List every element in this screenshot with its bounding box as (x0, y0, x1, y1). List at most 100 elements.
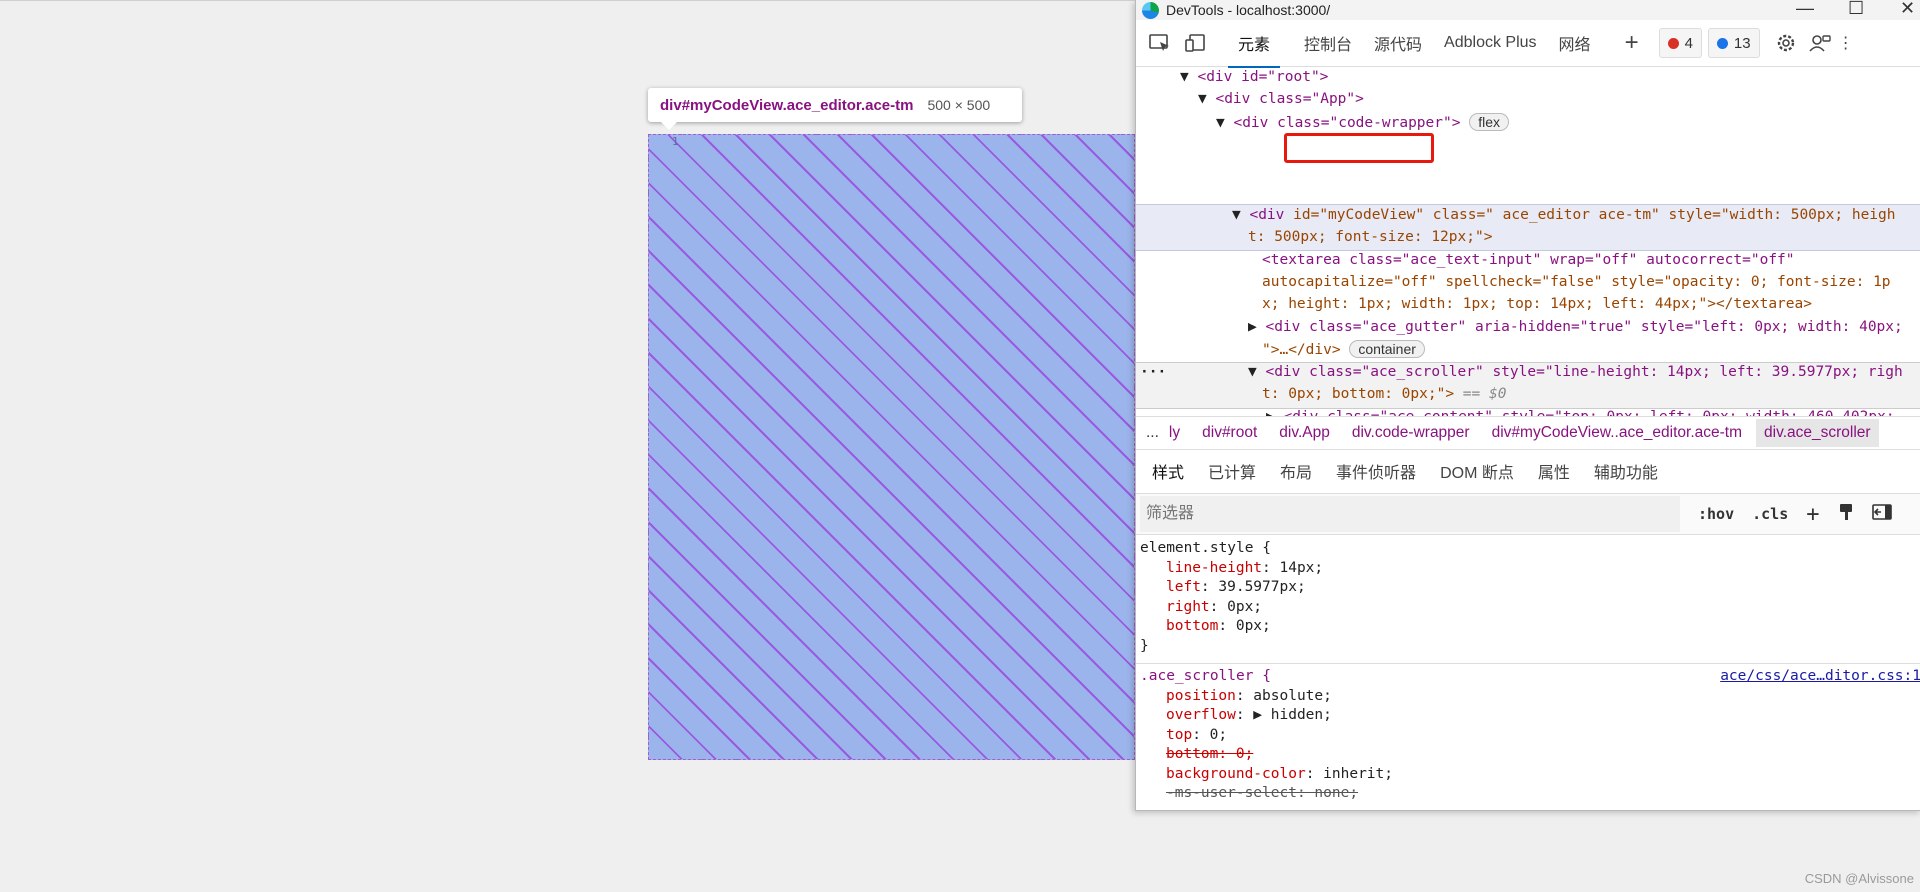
dom-text: ">…</div> (1262, 342, 1341, 358)
tab-event-listeners[interactable]: 事件侦听器 (1336, 459, 1416, 483)
dom-attr-id: id="myCodeView" (1293, 207, 1425, 223)
tab-adblock-plus[interactable]: Adblock Plus (1444, 34, 1537, 52)
prop-name: left (1166, 579, 1201, 595)
inspect-element-icon[interactable] (1148, 32, 1172, 54)
style-property[interactable]: background-color: inherit; (1166, 765, 1393, 785)
stylesheet-source-link[interactable]: ace/css/ace…ditor.css:1 (1720, 667, 1920, 687)
message-count: 13 (1733, 34, 1751, 52)
tooltip-selector: #myCodeView.ace_editor.ace-tm (681, 96, 914, 114)
breadcrumb-code-wrapper[interactable]: div.code-wrapper (1352, 424, 1470, 442)
style-property[interactable]: left: 39.5977px; (1166, 578, 1306, 598)
close-icon[interactable]: ✕ (1900, 0, 1915, 19)
paint-brush-icon[interactable] (1838, 503, 1854, 525)
message-icon (1716, 37, 1728, 49)
page-top-border (0, 0, 1135, 1)
prop-name: right (1166, 599, 1210, 615)
new-style-rule-icon[interactable]: + (1806, 502, 1819, 527)
prop-value: : 0px; (1218, 618, 1271, 634)
breadcrumb-ellipsis[interactable]: ... (1146, 424, 1159, 442)
tab-sources[interactable]: 源代码 (1374, 31, 1422, 55)
hov-toggle[interactable]: :hov (1698, 505, 1734, 523)
error-count: 4 (1684, 34, 1693, 52)
dom-node-ace-gutter[interactable]: ▶ <div class="ace_gutter" aria-hidden="t… (1248, 316, 1903, 339)
dom-text: <div class="App"> (1215, 91, 1364, 107)
toggle-sidebar-icon[interactable] (1871, 504, 1892, 524)
breadcrumb-mycodeview[interactable]: div#myCodeView..ace_editor.ace-tm (1492, 424, 1742, 442)
prop-name: overflow (1166, 707, 1236, 723)
more-tabs-plus-icon[interactable]: + (1625, 29, 1639, 57)
prop-value: : 14px; (1262, 560, 1324, 576)
style-property[interactable]: right: 0px; (1166, 598, 1262, 618)
tab-styles[interactable]: 样式 (1145, 459, 1191, 496)
message-count-badge[interactable]: 13 (1707, 28, 1760, 58)
dom-node-root[interactable]: ▼ <div id="root"> (1180, 66, 1328, 89)
dom-text: <div class="code-wrapper"> (1233, 115, 1461, 131)
gear-icon[interactable] (1774, 32, 1798, 54)
prop-value: : 0px; (1209, 599, 1263, 615)
devtools-toolbar: 元素 控制台 源代码 Adblock Plus 网络 + 4 13 ⋮ (1136, 20, 1920, 68)
tab-network[interactable]: 网络 (1559, 31, 1591, 55)
dom-row-ellipsis[interactable]: ··· (1140, 361, 1166, 384)
breadcrumb-ace-scroller[interactable]: div.ace_scroller (1756, 419, 1879, 447)
tab-properties[interactable]: 属性 (1538, 459, 1570, 483)
flex-badge[interactable]: flex (1469, 113, 1509, 131)
maximize-icon[interactable]: ☐ (1848, 0, 1864, 19)
error-icon (1667, 37, 1679, 49)
editor-line-number: 1 (672, 135, 679, 148)
style-property[interactable]: position: absolute; (1166, 687, 1332, 707)
tab-console[interactable]: 控制台 (1304, 31, 1352, 55)
dom-text-continuation: x; height: 1px; width: 1px; top: 14px; l… (1262, 296, 1812, 312)
dom-text-continuation: autocapitalize="off" spellcheck="false" … (1262, 274, 1891, 290)
style-property-overridden[interactable]: bottom: 0; (1166, 745, 1253, 765)
dom-node-ace-gutter-end: ">…</div> container (1262, 338, 1425, 362)
style-property-overridden[interactable]: -ms-user-select: none; (1166, 784, 1358, 804)
style-property[interactable]: top: 0; (1166, 726, 1227, 746)
tab-accessibility[interactable]: 辅助功能 (1594, 459, 1658, 483)
prop-name: bottom (1166, 618, 1219, 634)
breadcrumb-body[interactable]: ly (1169, 424, 1180, 442)
tab-computed[interactable]: 已计算 (1208, 459, 1256, 483)
dom-node-ace-scroller-cont: t: 0px; bottom: 0px;"> == $0 (1262, 383, 1506, 406)
error-count-badge[interactable]: 4 (1658, 28, 1702, 58)
prop-value: : 0; (1192, 727, 1228, 743)
rule-selector-element-style: element.style { (1140, 540, 1271, 556)
dom-node-mycodeview[interactable]: ▼ <div id="myCodeView" class=" ace_edito… (1232, 204, 1895, 227)
tab-dom-breakpoints[interactable]: DOM 断点 (1440, 459, 1514, 483)
prop-value: : inherit; (1305, 766, 1393, 782)
prop-value: : 39.5977px; (1200, 579, 1306, 595)
devtools-titlebar: DevTools - localhost:3000/ — ☐ ✕ (1136, 0, 1920, 20)
style-property[interactable]: bottom: 0px; (1166, 617, 1271, 637)
prop-name: top (1166, 727, 1193, 743)
dom-text: <div class="ace_gutter" aria-hidden="tru… (1265, 319, 1903, 335)
rule-selector-ace-scroller: .ace_scroller { (1140, 668, 1271, 684)
current-node-marker: == $0 (1462, 386, 1507, 402)
dom-text: <div (1249, 207, 1294, 223)
device-emulation-icon[interactable] (1184, 32, 1208, 54)
styles-filter-input[interactable] (1140, 496, 1680, 532)
container-badge[interactable]: container (1349, 340, 1425, 358)
feedback-user-icon[interactable] (1808, 32, 1832, 54)
style-property[interactable]: line-height: 14px; (1166, 559, 1323, 579)
element-inspect-tooltip: div #myCodeView.ace_editor.ace-tm 500 × 5… (648, 88, 1022, 130)
breadcrumb-app[interactable]: div.App (1279, 424, 1330, 442)
tab-layout[interactable]: 布局 (1280, 459, 1312, 483)
rule-divider (1136, 663, 1920, 664)
prop-name: position (1166, 688, 1236, 704)
dom-node-code-wrapper[interactable]: ▼ <div class="code-wrapper"> flex (1216, 111, 1509, 135)
rule-close: } (1140, 638, 1149, 654)
styles-filter-bar: :hov .cls + (1136, 494, 1920, 535)
dom-text: class=" ace_editor ace-tm" style="width:… (1424, 207, 1896, 223)
style-property[interactable]: overflow: ▶ hidden; (1166, 706, 1332, 726)
tab-elements[interactable]: 元素 (1227, 31, 1281, 68)
dom-text: t: 0px; bottom: 0px;"> (1262, 386, 1455, 402)
annotation-red-box (1284, 133, 1434, 163)
prop-name: line-height (1166, 560, 1263, 576)
dom-node-ace-scroller[interactable]: ▼ <div class="ace_scroller" style="line-… (1248, 361, 1903, 384)
breadcrumb-root[interactable]: div#root (1202, 424, 1257, 442)
cls-toggle[interactable]: .cls (1752, 505, 1788, 523)
dom-node-textarea[interactable]: <textarea class="ace_text-input" wrap="o… (1262, 249, 1795, 272)
more-options-icon[interactable]: ⋮ (1834, 32, 1858, 54)
edge-browser-icon (1142, 1, 1159, 19)
dom-node-app[interactable]: ▼ <div class="App"> (1198, 88, 1364, 111)
minimize-icon[interactable]: — (1796, 0, 1814, 19)
